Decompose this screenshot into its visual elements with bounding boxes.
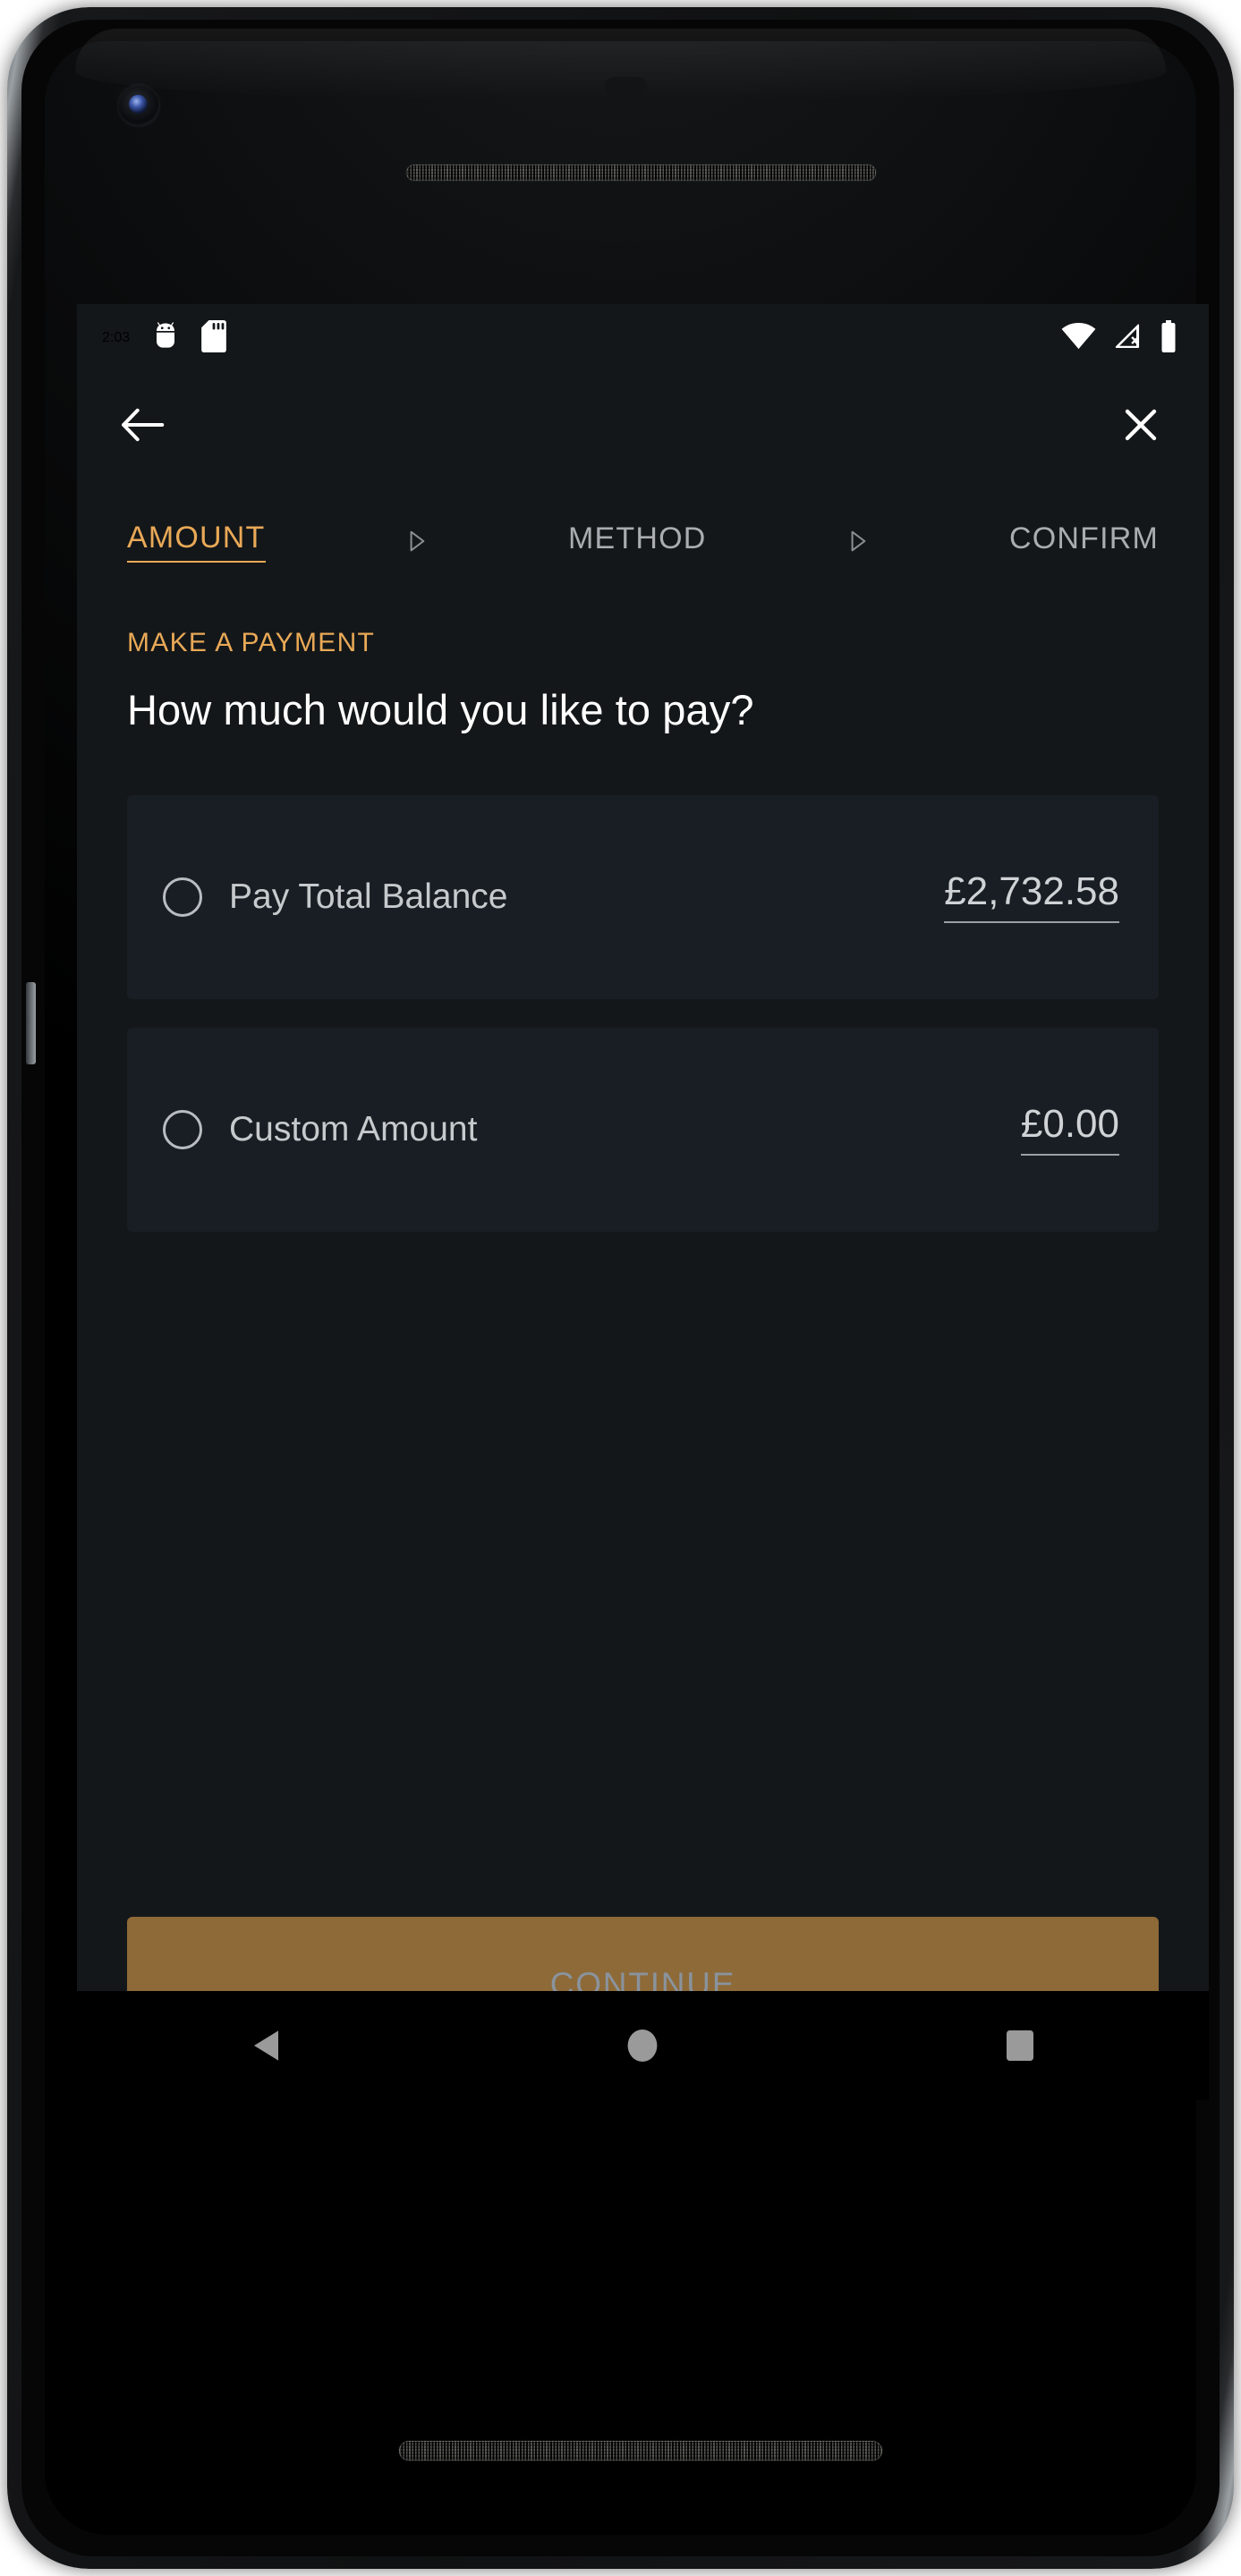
section-eyebrow: MAKE A PAYMENT <box>127 628 376 657</box>
total-balance-amount[interactable]: £2,732.58 <box>944 870 1119 924</box>
option-left-group: Custom Amount <box>163 1110 477 1149</box>
page-title: How much would you like to pay? <box>127 686 754 733</box>
nav-back-triangle-icon[interactable] <box>199 1991 333 2100</box>
phone-frame: 2:03 AMOUNT METHOD CONFIRM MAKE A PAYMEN… <box>7 7 1234 2569</box>
android-nav-bar <box>77 1991 1209 2100</box>
bottom-speaker-grille <box>399 2441 882 2461</box>
option-label: Custom Amount <box>229 1110 478 1148</box>
phone-screen: 2:03 AMOUNT METHOD CONFIRM MAKE A PAYMEN… <box>77 304 1209 2100</box>
triangle-right-icon <box>266 530 568 553</box>
nav-recents-square-icon[interactable] <box>953 1991 1087 2100</box>
option-left-group: Pay Total Balance <box>163 877 508 917</box>
status-bar-right <box>1061 319 1178 357</box>
custom-amount-input[interactable]: £0.00 <box>1020 1103 1119 1157</box>
battery-icon <box>1159 319 1178 357</box>
status-time: 2:03 <box>102 330 131 345</box>
triangle-right-icon <box>707 530 1009 553</box>
stepper-tabs: AMOUNT METHOD CONFIRM <box>77 478 1209 576</box>
radio-unselected-icon[interactable] <box>163 1110 202 1149</box>
nav-home-circle-icon[interactable] <box>575 1991 710 2100</box>
option-label: Pay Total Balance <box>229 877 508 916</box>
sd-card-icon <box>201 319 226 357</box>
side-button-left[interactable] <box>26 982 36 1064</box>
front-camera-icon <box>118 85 159 126</box>
tab-method[interactable]: METHOD <box>568 521 707 562</box>
status-bar-left: 2:03 <box>102 319 226 357</box>
tab-amount[interactable]: AMOUNT <box>127 521 266 563</box>
radio-unselected-icon[interactable] <box>163 877 202 917</box>
tab-confirm[interactable]: CONFIRM <box>1009 521 1159 562</box>
phone-body: 2:03 AMOUNT METHOD CONFIRM MAKE A PAYMEN… <box>21 20 1220 2556</box>
close-icon[interactable] <box>1114 398 1168 452</box>
app-bar <box>77 372 1209 478</box>
android-debug-icon <box>152 321 179 356</box>
option-custom-amount[interactable]: Custom Amount £0.00 <box>127 1028 1159 1232</box>
proximity-sensor-icon <box>605 77 647 97</box>
option-pay-total-balance[interactable]: Pay Total Balance £2,732.58 <box>127 795 1159 999</box>
wifi-icon <box>1061 322 1096 354</box>
main-content: MAKE A PAYMENT How much would you like t… <box>77 576 1209 1232</box>
back-arrow-icon[interactable] <box>116 398 170 452</box>
earpiece-speaker-grille <box>406 165 876 181</box>
status-bar: 2:03 <box>77 304 1209 372</box>
cellular-no-signal-icon <box>1111 323 1143 354</box>
